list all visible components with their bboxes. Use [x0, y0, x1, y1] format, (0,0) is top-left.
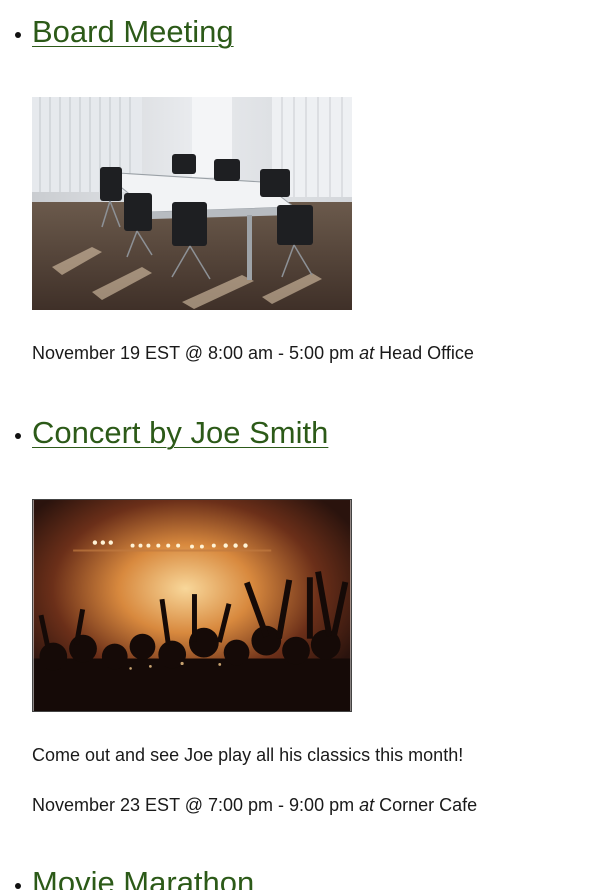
- event-date: November 23 EST @ 7:00 pm - 9:00 pm: [32, 795, 355, 815]
- event-item: Movie Marathon: [0, 865, 600, 890]
- event-title-link[interactable]: Concert by Joe Smith: [32, 415, 328, 451]
- event-image-board-meeting[interactable]: [32, 97, 352, 310]
- event-item: Board Meeting November 19 EST @ 8:00 am …: [0, 14, 600, 364]
- bullet: [15, 433, 21, 439]
- event-date: November 19 EST @ 8:00 am - 5:00 pm: [32, 343, 355, 363]
- event-venue: Head Office: [379, 343, 474, 363]
- event-meta: November 23 EST @ 7:00 pm - 9:00 pm at C…: [32, 794, 600, 816]
- event-image-concert[interactable]: [32, 499, 352, 712]
- bullet: [15, 883, 21, 889]
- event-meta: November 19 EST @ 8:00 am - 5:00 pm at H…: [32, 342, 600, 364]
- event-item: Concert by Joe Smith Come out and see Jo…: [0, 415, 600, 816]
- event-title-link[interactable]: Movie Marathon: [32, 865, 254, 890]
- event-venue: Corner Cafe: [379, 795, 478, 815]
- event-title-link[interactable]: Board Meeting: [32, 14, 234, 50]
- bullet: [15, 32, 21, 38]
- event-description: Come out and see Joe play all his classi…: [32, 745, 464, 765]
- at-word: at: [359, 343, 375, 363]
- at-word: at: [359, 795, 375, 815]
